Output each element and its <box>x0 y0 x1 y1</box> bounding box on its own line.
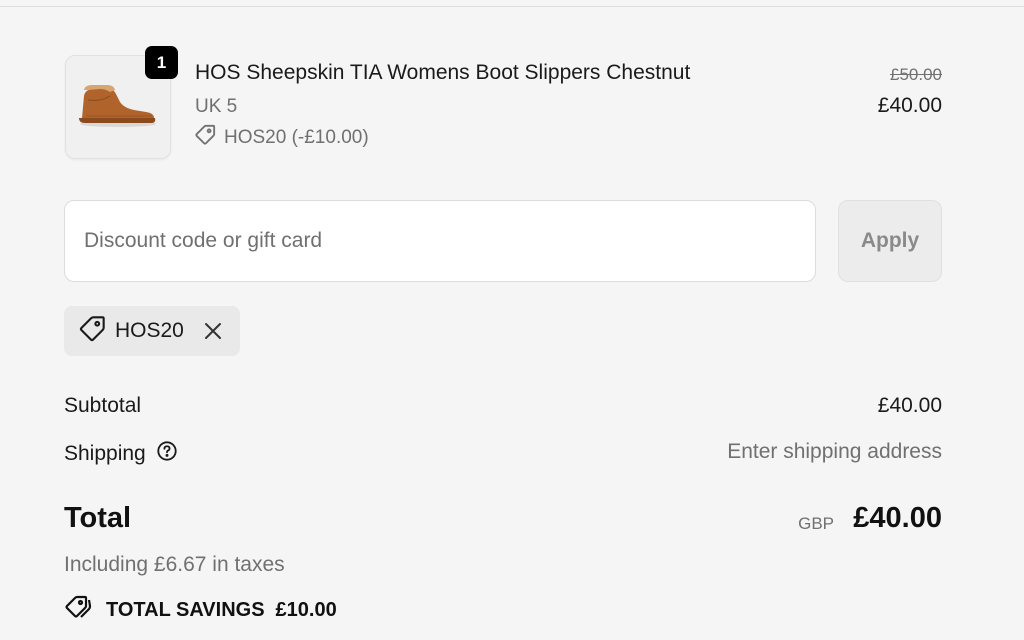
compare-at-price: £50.00 <box>890 65 942 84</box>
taxes-note: Including £6.67 in taxes <box>64 553 285 576</box>
savings-tag-icon <box>64 594 94 626</box>
total-savings: TOTAL SAVINGS £10.00 <box>64 594 337 626</box>
applied-discount-tag: HOS20 <box>64 306 240 356</box>
line-discount-label: HOS20 (-£10.00) <box>224 127 369 148</box>
subtotal-label: Subtotal <box>64 394 142 417</box>
applied-discount-code: HOS20 <box>115 319 184 342</box>
tag-icon <box>78 315 106 348</box>
total-value: £40.00 <box>853 502 942 534</box>
tag-icon <box>194 124 216 152</box>
shipping-label: Shipping <box>64 442 146 465</box>
top-divider <box>0 6 1024 7</box>
subtotal-value: £40.00 <box>877 394 942 417</box>
total-label: Total <box>64 502 132 534</box>
quantity-badge: 1 <box>145 46 178 79</box>
product-variant: UK 5 <box>195 96 238 117</box>
remove-discount-button[interactable] <box>200 318 226 344</box>
savings-value: £10.00 <box>275 598 337 621</box>
line-discount: HOS20 (-£10.00) <box>194 124 369 152</box>
shipping-value: Enter shipping address <box>727 440 942 463</box>
savings-label: TOTAL SAVINGS <box>106 598 265 621</box>
currency-code: GBP <box>798 514 834 533</box>
discount-code-input[interactable] <box>64 200 816 282</box>
shipping-row: Shipping <box>64 440 178 468</box>
apply-button[interactable]: Apply <box>838 200 942 282</box>
close-icon <box>205 323 221 339</box>
line-price: £40.00 <box>877 94 942 117</box>
help-icon[interactable] <box>156 440 178 468</box>
product-name: HOS Sheepskin TIA Womens Boot Slippers C… <box>195 61 691 84</box>
